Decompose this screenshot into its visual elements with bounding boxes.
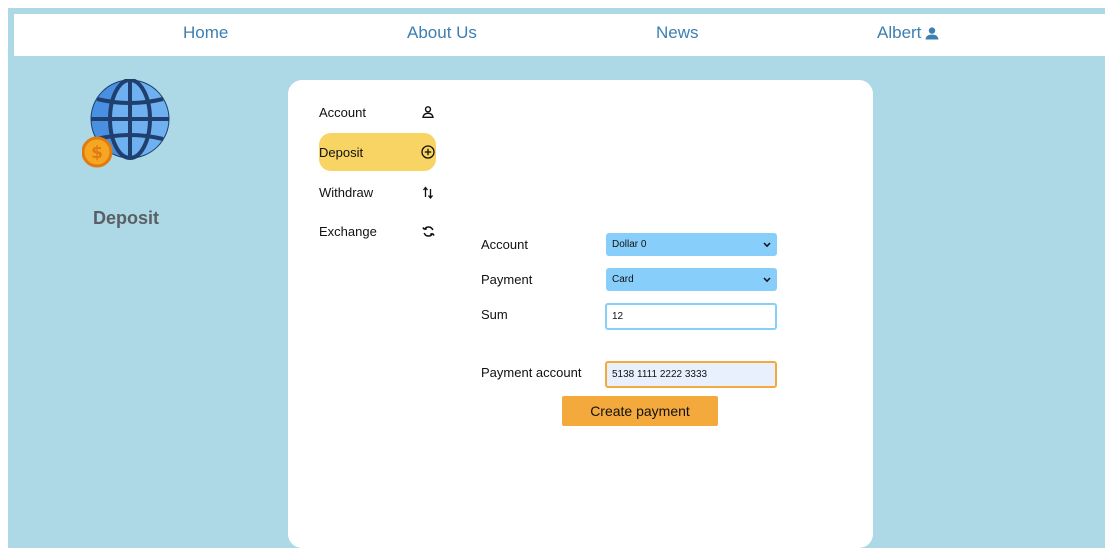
sum-input-value: 12 xyxy=(612,311,624,322)
refresh-icon xyxy=(420,223,436,239)
payment-select-value: Card xyxy=(612,274,634,285)
nav-user-label: Albert xyxy=(877,23,922,42)
menu-item-label: Withdraw xyxy=(319,184,374,200)
menu-item-label: Account xyxy=(319,104,366,120)
account-select-value: Dollar 0 xyxy=(612,239,647,250)
payment-select[interactable]: Card xyxy=(606,268,777,291)
arrows-up-down-icon xyxy=(420,184,436,200)
nav-about-link[interactable]: About Us xyxy=(407,23,477,43)
payment-account-input[interactable]: 5138 1111 2222 3333 xyxy=(605,361,777,388)
payment-label: Payment xyxy=(481,272,533,287)
payment-account-label: Payment account xyxy=(481,365,582,380)
menu-item-deposit[interactable]: Deposit xyxy=(319,133,436,171)
svg-text:$: $ xyxy=(91,143,103,163)
sum-label: Sum xyxy=(481,307,508,322)
user-icon xyxy=(925,26,939,39)
create-payment-button[interactable]: Create payment xyxy=(562,396,718,426)
top-navigation: Home About Us News Albert xyxy=(14,14,1105,56)
globe-dollar-icon: $ xyxy=(81,78,172,169)
account-select[interactable]: Dollar 0 xyxy=(606,233,777,256)
menu-item-exchange[interactable]: Exchange xyxy=(319,212,436,250)
nav-home-link[interactable]: Home xyxy=(183,23,228,43)
chevron-down-icon xyxy=(763,241,771,247)
menu-item-label: Exchange xyxy=(319,223,377,239)
menu-item-withdraw[interactable]: Withdraw xyxy=(319,173,436,211)
menu-item-account[interactable]: Account xyxy=(319,93,436,131)
main-card: Account Deposit Withdraw Exchange Accoun… xyxy=(288,80,873,548)
user-outline-icon xyxy=(420,104,436,120)
account-label: Account xyxy=(481,237,528,252)
nav-user-link[interactable]: Albert xyxy=(877,23,939,43)
sum-input[interactable]: 12 xyxy=(605,303,777,330)
menu-item-label: Deposit xyxy=(319,144,364,160)
plus-circle-icon xyxy=(420,144,436,160)
chevron-down-icon xyxy=(763,276,771,282)
page-title: Deposit xyxy=(93,208,160,228)
nav-news-link[interactable]: News xyxy=(656,23,699,43)
payment-account-input-value: 5138 1111 2222 3333 xyxy=(612,369,708,380)
